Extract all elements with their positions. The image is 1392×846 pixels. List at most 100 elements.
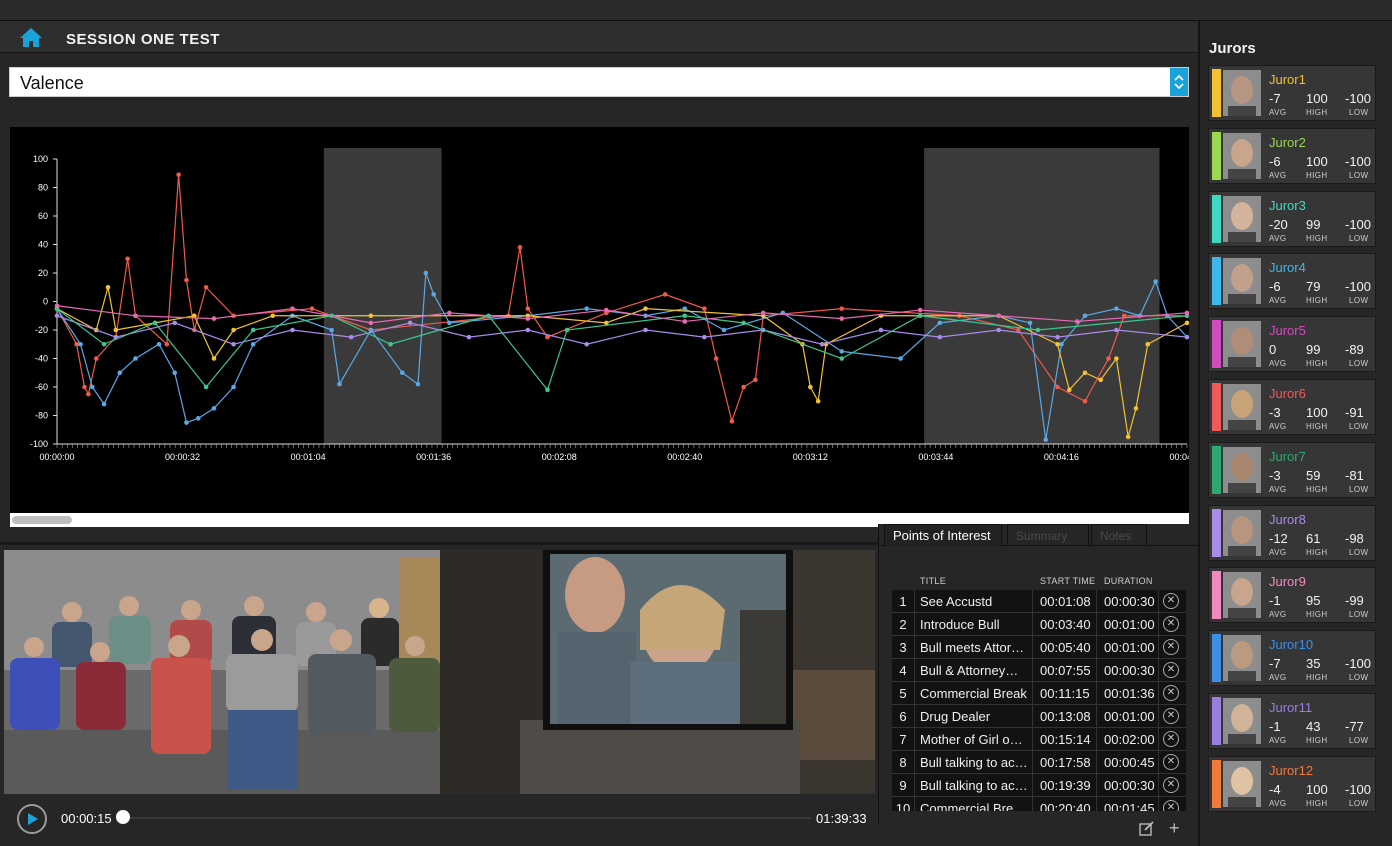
series-point [250,341,256,347]
series-point [164,341,170,347]
series-point [682,319,688,324]
series-point [1082,370,1088,376]
juror-card[interactable]: Juror9 -1 95 -99 AVG HIGH LOW [1208,567,1376,624]
series-point [729,418,735,424]
video-area[interactable] [4,550,875,794]
juror-low-label: LOW [1349,359,1369,369]
poi-row[interactable]: 10 Commercial Bre… 00:20:40 00:01:45 ✕ [892,797,1186,811]
metric-select[interactable]: Valence [9,67,1189,97]
series-point [74,341,79,347]
seek-handle[interactable] [115,810,130,824]
poi-row-start: 00:20:40 [1040,801,1091,811]
juror-low: -100 [1345,656,1372,672]
edit-icon[interactable] [1139,820,1155,836]
juror-high-label: HIGH [1306,233,1328,243]
series-point [133,356,138,361]
juror-low-label: LOW [1349,422,1369,431]
series-point [309,306,315,311]
juror-card[interactable]: Juror5 0 99 -89 AVG HIGH LOW [1208,316,1376,373]
remove-icon[interactable]: ✕ [1163,800,1179,811]
poi-row-duration: 00:01:00 [1104,640,1155,655]
juror-card[interactable]: Juror2 -6 100 -100 AVG HIGH LOW [1208,127,1376,184]
juror-avatar [1223,258,1261,305]
remove-icon[interactable]: ✕ [1163,731,1179,747]
series-point [996,327,1001,333]
juror-card[interactable]: Juror12 -4 100 -100 AVG HIGH LOW [1208,755,1376,812]
juror-card[interactable]: Juror10 -7 35 -100 AVG HIGH LOW [1208,630,1376,687]
series-point [78,341,83,347]
remove-icon[interactable]: ✕ [1163,639,1179,655]
tab-points-of-interest[interactable]: Points of Interest [884,524,1002,546]
add-icon[interactable]: + [1169,818,1180,839]
juror-card[interactable]: Juror11 -1 43 -77 AVG HIGH LOW [1208,693,1376,749]
juror-name: Juror12 [1269,762,1314,778]
series-point [184,420,189,425]
series-point [172,370,178,376]
juror-card[interactable]: Juror7 -3 59 -81 AVG HIGH LOW [1208,441,1376,498]
x-tick-label: 00:04:48 [1169,452,1189,462]
metric-select-arrows[interactable] [1170,68,1188,96]
series-point [86,391,91,397]
series-point [90,384,95,390]
poi-row-number: 5 [899,686,907,701]
series-point [231,341,236,347]
juror-avatar [1223,446,1261,493]
juror-color-bar [1212,69,1221,117]
series-point [937,334,943,340]
juror-avg-label: AVG [1269,296,1287,306]
remove-icon[interactable]: ✕ [1163,593,1179,609]
seek-track[interactable] [121,817,811,819]
remove-icon[interactable]: ✕ [1163,616,1179,632]
series-point [839,356,845,361]
juror-low: -100 [1345,279,1372,295]
poi-row[interactable]: 1 See Accustd 00:01:08 00:00:30 ✕ [892,590,1186,613]
y-tick-label: -100 [30,439,48,449]
series-point [917,313,923,319]
series-point [203,384,209,390]
series-point [184,277,189,283]
y-tick-label: -60 [35,382,48,392]
tab-summary[interactable]: Summary [1007,524,1089,546]
remove-icon[interactable]: ✕ [1163,685,1179,701]
poi-row[interactable]: 9 Bull talking to ac… 00:19:39 00:00:30 ✕ [892,774,1186,797]
tab-notes[interactable]: Notes [1091,524,1147,546]
poi-row-start: 00:07:55 [1040,663,1091,678]
juror-card[interactable]: Juror6 -3 100 -91 AVG HIGH LOW [1208,379,1376,435]
poi-row[interactable]: 6 Drug Dealer 00:13:08 00:01:00 ✕ [892,705,1186,728]
juror-low: -98 [1345,530,1364,546]
series-point [447,310,452,316]
remove-icon[interactable]: ✕ [1163,777,1179,793]
series-point [741,384,746,390]
series-point [388,341,393,347]
series-point [808,384,813,390]
juror-name: Juror6 [1269,386,1306,401]
juror-card[interactable]: Juror1 -7 100 -100 AVG HIGH LOW [1208,65,1376,121]
poi-row[interactable]: 2 Introduce Bull 00:03:40 00:01:00 ✕ [892,613,1186,636]
series-point [1055,341,1060,347]
valence-chart[interactable]: 100 80 60 40 20 0 -20 -40 -60 -80 -100 00:00:00 00:0… [10,127,1189,527]
series-point [337,381,342,387]
juror-high: 95 [1306,593,1321,609]
remove-icon[interactable]: ✕ [1163,754,1179,770]
poi-row[interactable]: 4 Bull & Attorney… 00:07:55 00:00:30 ✕ [892,659,1186,682]
poi-row[interactable]: 7 Mother of Girl on… 00:15:14 00:02:00 ✕ [892,728,1186,751]
poi-row[interactable]: 8 Bull talking to ac… 00:17:58 00:00:45 ✕ [892,751,1186,774]
play-button[interactable] [17,804,47,834]
juror-card[interactable]: Juror8 -12 61 -98 AVG HIGH LOW [1208,504,1376,561]
x-tick-label: 00:01:36 [416,452,451,462]
remove-icon[interactable]: ✕ [1163,708,1179,724]
column-separator [1032,590,1033,811]
juror-card[interactable]: Juror3 -20 99 -100 AVG HIGH LOW [1208,190,1376,247]
poi-row[interactable]: 5 Commercial Break 00:11:15 00:01:36 ✕ [892,682,1186,705]
remove-icon[interactable]: ✕ [1163,662,1179,678]
chart-scroll-thumb[interactable] [12,516,72,524]
series-point [878,327,884,333]
home-icon[interactable] [18,26,44,48]
juror-card[interactable]: Juror4 -6 79 -100 AVG HIGH LOW [1208,253,1376,310]
juror-low-label: LOW [1349,296,1369,306]
juror-low-label: LOW [1349,673,1369,683]
poi-row[interactable]: 3 Bull meets Attor… 00:05:40 00:01:00 ✕ [892,636,1186,659]
series-point [1055,334,1060,340]
series-point [545,387,550,393]
juror-high: 100 [1306,153,1328,169]
